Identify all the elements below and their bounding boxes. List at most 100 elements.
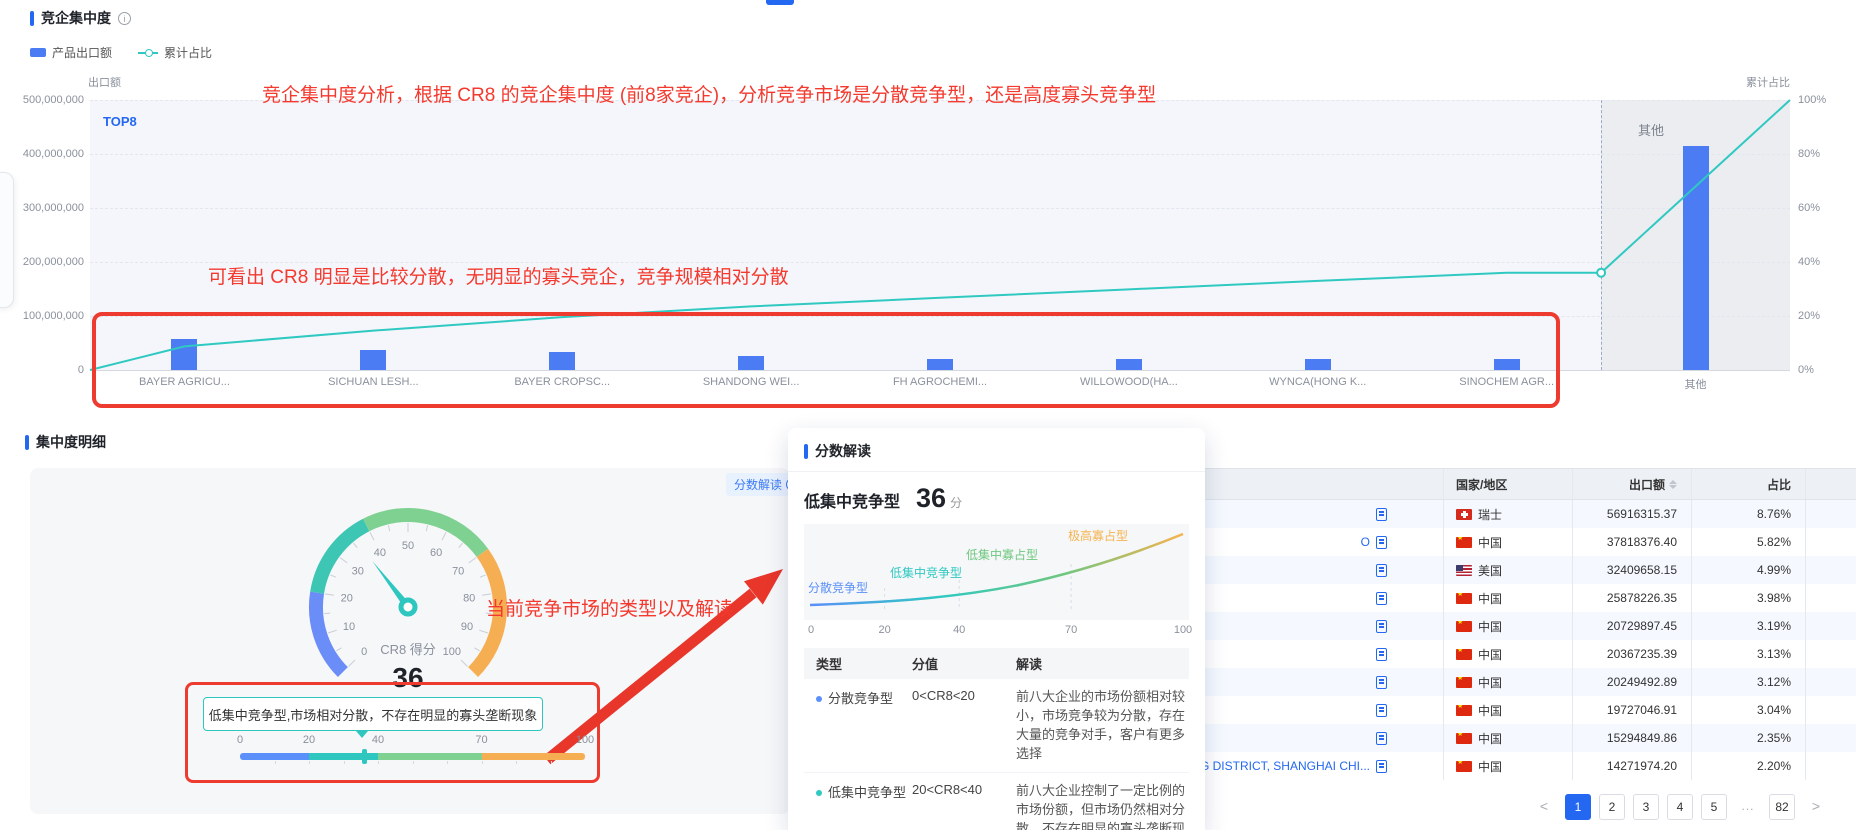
prev-page-button[interactable]: <: [1531, 794, 1557, 820]
country-name: 中国: [1478, 758, 1502, 775]
score-row: 分散竞争型 0<CR8<20 前八大企业的市场份额相对较小，市场竞争较为分散，存…: [804, 679, 1189, 773]
page-button-4[interactable]: 4: [1667, 794, 1693, 820]
legend-item-cumulative[interactable]: 累计占比: [138, 44, 212, 61]
section-header-concentration: 竞企集中度: [30, 8, 131, 28]
gauge-tick: [330, 575, 336, 577]
country-name: 中国: [1478, 674, 1502, 691]
report-doc-icon[interactable]: [1376, 564, 1387, 577]
sort-icon[interactable]: [1669, 480, 1677, 489]
dashboard: 竞企集中度 产品出口额 累计占比 出口额 累计占比 500,000,000100…: [0, 0, 1856, 830]
gauge-tick: [475, 648, 480, 651]
flag-icon-cn: [1456, 537, 1472, 548]
curve-x-tick: 0: [808, 624, 814, 636]
zone-label-others: 其他: [1638, 120, 1664, 139]
legend-label: 累计占比: [164, 44, 212, 61]
score-unit: 分: [950, 494, 962, 511]
export-value: 56916315.37: [1572, 500, 1691, 528]
report-doc-icon[interactable]: [1376, 676, 1387, 689]
y-axis-tick-right: 20%: [1798, 310, 1820, 322]
page-button-82[interactable]: 82: [1769, 794, 1795, 820]
popup-score-row: 低集中竞争型 36 分: [788, 472, 1205, 522]
report-doc-icon[interactable]: [1376, 732, 1387, 745]
country-cell: 瑞士: [1443, 500, 1572, 528]
gauge-tick: [442, 532, 446, 540]
info-icon[interactable]: [118, 12, 131, 25]
gauge-tick: [459, 543, 463, 548]
gauge-tick-label: 20: [341, 592, 353, 604]
extra-cell: [1805, 584, 1856, 612]
accent-bar: [804, 444, 808, 459]
gauge-tick-label: 0: [361, 646, 367, 658]
header-export[interactable]: 出口额: [1572, 469, 1691, 499]
category-label: 其他: [1621, 376, 1771, 392]
report-doc-icon[interactable]: [1376, 508, 1387, 521]
gauge-tick: [336, 648, 341, 651]
y-axis-tick-right: 60%: [1798, 202, 1820, 214]
slider-tick: [275, 761, 276, 764]
slider-handle[interactable]: [362, 749, 367, 764]
share-value: 3.12%: [1691, 668, 1805, 696]
report-doc-icon[interactable]: [1376, 704, 1387, 717]
market-type-label: 低集中竞争型: [804, 488, 900, 512]
y-axis-tick-left: 200,000,000: [0, 256, 84, 268]
gauge-tick: [426, 525, 427, 531]
report-doc-icon[interactable]: [1376, 620, 1387, 633]
country-name: 中国: [1478, 730, 1502, 747]
report-doc-icon[interactable]: [1376, 760, 1387, 773]
extra-cell: [1805, 724, 1856, 752]
page-button-1[interactable]: 1: [1565, 794, 1591, 820]
page-button-3[interactable]: 3: [1633, 794, 1659, 820]
export-value: 14271974.20: [1572, 752, 1691, 780]
report-doc-icon[interactable]: [1376, 648, 1387, 661]
gauge-tick-label: 40: [374, 547, 386, 559]
page-ellipsis[interactable]: ...: [1735, 794, 1761, 820]
slider-tick: [413, 761, 414, 764]
annotation-gauge: 当前竞争市场的类型以及解读: [486, 594, 733, 621]
type-dot: [816, 790, 822, 796]
type-name: 低集中竞争型: [828, 785, 906, 800]
extra-cell: [1805, 556, 1856, 584]
score-slider: 0204070100: [240, 734, 585, 768]
legend-item-export[interactable]: 产品出口额: [30, 44, 112, 61]
y-axis-tick-left: 400,000,000: [0, 148, 84, 160]
share-value: 2.20%: [1691, 752, 1805, 780]
zone-label-top8: TOP8: [103, 114, 137, 129]
share-value: 8.76%: [1691, 500, 1805, 528]
report-doc-icon[interactable]: [1376, 592, 1387, 605]
extra-cell: [1805, 528, 1856, 556]
score-value: 36: [916, 483, 946, 514]
type-desc: 前八大企业控制了一定比例的市场份额，但市场仍然相对分散，不存在明显的寡头垄断现象: [1016, 782, 1189, 830]
page-button-2[interactable]: 2: [1599, 794, 1625, 820]
popup-header: 分数解读: [788, 428, 1205, 472]
next-page-button[interactable]: >: [1803, 794, 1829, 820]
collapsed-drawer-handle[interactable]: [0, 172, 14, 308]
gauge-tick-label: 90: [461, 621, 473, 633]
country-name: 中国: [1478, 534, 1502, 551]
export-value: 37818376.40: [1572, 528, 1691, 556]
share-value: 4.99%: [1691, 556, 1805, 584]
country-cell: 美国: [1443, 556, 1572, 584]
country-name: 中国: [1478, 590, 1502, 607]
slider-tick: [309, 761, 310, 764]
accent-bar: [25, 435, 29, 450]
slider-tick-label: 100: [576, 734, 594, 746]
page-title: 竞企集中度: [41, 8, 111, 28]
gauge-tick: [480, 575, 486, 577]
page-button-5[interactable]: 5: [1701, 794, 1727, 820]
curve-label-low-oligopoly: 低集中寡占型: [966, 546, 1038, 563]
flag-icon-cn: [1456, 733, 1472, 744]
type-name: 分散竞争型: [828, 691, 893, 706]
report-doc-icon[interactable]: [1376, 536, 1387, 549]
slider-tick-label: 20: [303, 734, 315, 746]
annotation-conclusion: 可看出 CR8 明显是比较分散，无明显的寡头竞企，竞争规模相对分散: [208, 262, 789, 289]
slider-segment: [378, 753, 482, 760]
flag-icon-cn: [1456, 761, 1472, 772]
extra-cell: [1805, 640, 1856, 668]
slider-tick-label: 0: [237, 734, 243, 746]
tooltip-tail: [356, 731, 368, 738]
gauge-tick-label: 10: [343, 621, 355, 633]
score-curve-chart: 分散竞争型 低集中竞争型 低集中寡占型 极高寡占型: [804, 524, 1189, 620]
company-link[interactable]: O: [1361, 535, 1370, 549]
type-dot: [816, 696, 822, 702]
gauge-tick-label: 30: [352, 566, 364, 578]
